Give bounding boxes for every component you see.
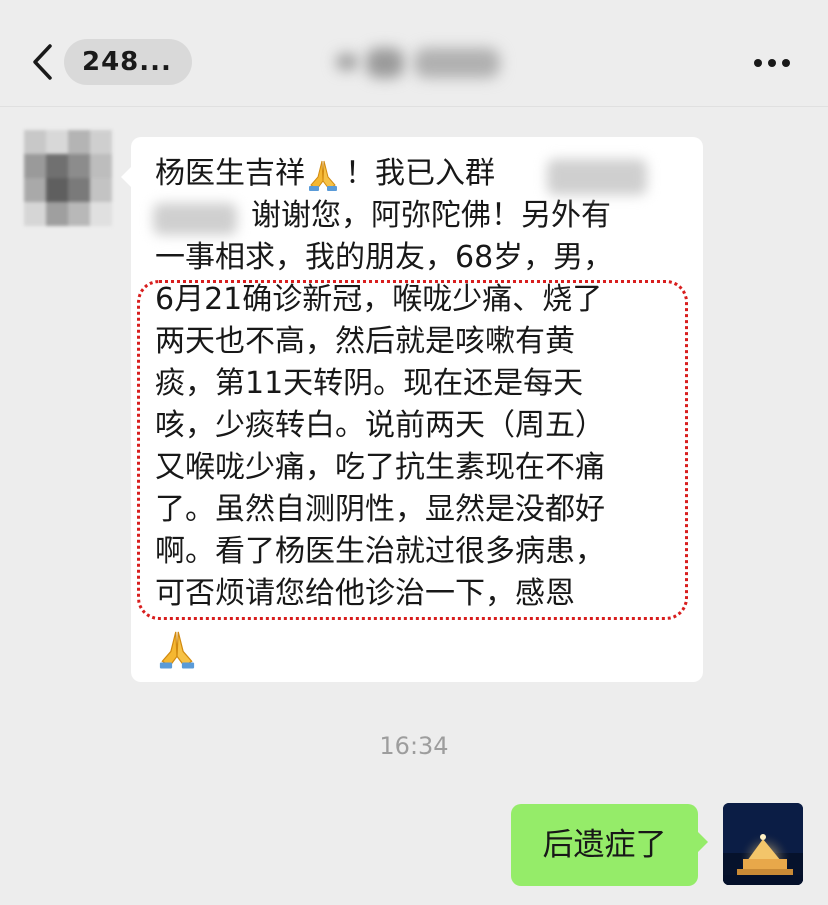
back-button[interactable]	[30, 42, 56, 82]
message-line: 啊。看了杨医生治就过很多病患，	[155, 534, 605, 569]
message-line: 一事相求，我的朋友，68岁，男，	[155, 240, 614, 275]
chat-header: 248...	[0, 0, 828, 107]
message-line: 又喉咙少痛，吃了抗生素现在不痛	[155, 450, 605, 485]
message-line: 两天也不高，然后就是咳嗽有黄	[155, 324, 575, 359]
sender-avatar[interactable]	[24, 130, 112, 226]
chevron-left-icon	[33, 44, 52, 80]
message-line: 可否烦请您给他诊治一下，感恩	[155, 576, 575, 611]
redacted-group-name-cont	[153, 203, 237, 235]
folded-hands-icon	[159, 631, 195, 669]
message-line: 咳，少痰转白。说前两天（周五）	[155, 408, 605, 443]
incoming-message-bubble[interactable]: 杨医生吉祥 ！我已入群 谢谢您，阿弥陀佛！另外有 一事相求，我的朋友，68岁，男，…	[121, 137, 703, 682]
unread-count-badge[interactable]: 248...	[64, 39, 192, 85]
message-line: 谢谢您，阿弥陀佛！另外有	[251, 198, 611, 233]
message-line: ！我已入群	[345, 156, 495, 191]
message-line: 杨医生吉祥	[155, 156, 305, 191]
message-line: 了。虽然自测阴性，显然是没都好	[155, 492, 605, 527]
redacted-group-name	[547, 159, 647, 195]
message-line: 痰，第11天转阴。现在还是每天	[155, 366, 584, 401]
outgoing-message-bubble[interactable]: 后遗症了	[511, 804, 708, 886]
message-timestamp: 16:34	[379, 732, 449, 760]
outgoing-message-text: 后遗症了	[542, 827, 667, 863]
temple-night-photo	[723, 803, 803, 885]
my-avatar[interactable]	[723, 803, 803, 885]
chat-title-redacted	[336, 42, 506, 82]
more-options-button[interactable]	[752, 52, 792, 72]
message-line: 6月21确诊新冠，喉咙少痛、烧了	[155, 282, 603, 317]
ellipsis-icon	[754, 59, 762, 67]
folded-hands-icon	[309, 160, 337, 191]
